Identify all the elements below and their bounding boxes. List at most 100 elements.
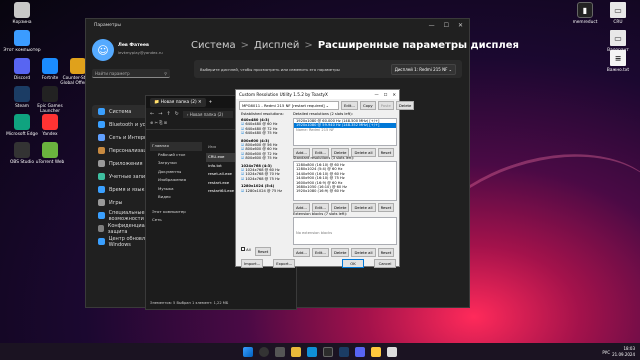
up-icon[interactable]: ↑ — [166, 111, 170, 117]
explorer-sidebar-item[interactable]: Рабочий стол — [150, 151, 202, 160]
file-explorer-icon[interactable] — [291, 346, 301, 357]
desktop-icon-cru[interactable]: ▭ CRU — [598, 2, 638, 25]
established-item[interactable]: ☑ 1024x768 @ 75 Hz — [241, 177, 289, 181]
standard-buttons: Add... Edit... Delete Delete all Reset — [293, 203, 395, 212]
cru-minimize-icon[interactable]: — — [375, 92, 379, 97]
list-button[interactable]: Reset — [377, 248, 395, 257]
file-row[interactable]: reset-all.exe — [206, 170, 236, 179]
explorer-sidebar-item[interactable]: Музыка — [150, 185, 202, 194]
tab-explorer[interactable]: 📁 Новая папка (2) ✕ — [150, 97, 206, 107]
nav-label: Приложения — [109, 160, 143, 167]
delete-monitor-button[interactable]: Delete — [395, 101, 415, 110]
list-button[interactable]: Add... — [293, 248, 310, 257]
list-button[interactable]: Reset — [377, 148, 395, 157]
file-row[interactable]: info.txt — [206, 162, 236, 171]
address-bar[interactable]: › Новая папка (2) — [182, 110, 233, 118]
taskbar-search-icon[interactable] — [259, 346, 269, 357]
list-button[interactable]: Delete — [330, 203, 350, 212]
list-button[interactable]: Reset — [377, 203, 395, 212]
list-button[interactable]: Edit... — [311, 248, 329, 257]
nav-icon — [98, 160, 105, 167]
desktop-icon[interactable]: Этот компьютер — [2, 30, 42, 53]
nav-label: Игры — [109, 199, 123, 206]
explorer-sidebar-item[interactable]: Изображения — [150, 176, 202, 185]
nav-icon — [98, 121, 105, 128]
explorer-sidebar-item[interactable]: Видео — [150, 193, 202, 202]
app-icon — [42, 142, 58, 158]
desktop-icon[interactable]: uTorrent Web — [30, 142, 70, 165]
desktop-icon[interactable]: Yandex — [30, 114, 70, 137]
minimize-icon[interactable]: — — [429, 22, 435, 29]
app-icon — [42, 86, 58, 102]
cru-taskbar-icon[interactable] — [387, 346, 397, 357]
list-button[interactable]: Delete all — [351, 203, 376, 212]
select-display-text: Выберите дисплей, чтобы просмотреть или … — [200, 66, 340, 72]
nav-icon — [98, 108, 105, 115]
clock[interactable]: 18:03 21.09.2024 — [612, 346, 635, 358]
nav-label: Время и язык — [109, 186, 145, 193]
desktop-icon[interactable]: Корзина — [2, 2, 42, 25]
est-reset-button[interactable]: Reset — [254, 247, 272, 256]
display-dropdown[interactable]: Дисплей 1: Redmi 215 NF ⌄ — [390, 63, 456, 75]
task-view-icon[interactable] — [275, 346, 285, 357]
back-icon[interactable]: ← — [150, 111, 154, 117]
desktop-icon-label: Этот компьютер — [3, 48, 41, 53]
yandex-icon[interactable] — [371, 346, 381, 357]
column-header-name[interactable]: Имя — [208, 144, 216, 149]
list-button[interactable]: Delete all — [351, 148, 376, 157]
established-list: 640x480 (4:3) ☑ 640x480 @ 60 Hz ☑ 640x480 … — [241, 118, 289, 193]
standard-item[interactable]: 1920x1080 (16:9) @ 60 Hz — [296, 189, 394, 193]
import-button[interactable]: Import... — [241, 259, 264, 268]
desktop-icon[interactable]: Epic Games Launcher — [30, 86, 70, 114]
desktop-icon-label: Epic Games Launcher — [37, 104, 63, 114]
refresh-icon[interactable]: ↻ — [175, 111, 179, 117]
explorer-sidebar-item[interactable]: Главная — [150, 142, 202, 151]
nav-icon — [98, 173, 105, 180]
copy-button[interactable]: Copy — [359, 101, 376, 110]
file-row[interactable]: restart64.exe — [206, 187, 236, 196]
established-item[interactable]: ☑ 1280x1024 @ 75 Hz — [241, 189, 289, 193]
settings-icon[interactable] — [323, 346, 333, 357]
established-item[interactable]: ☑ 800x600 @ 75 Hz — [241, 156, 289, 160]
paste-button[interactable]: Paste — [377, 101, 394, 110]
discord-icon[interactable] — [355, 346, 365, 357]
desktop-icon-label: Корзина — [12, 20, 32, 25]
new-tab-icon[interactable]: + — [209, 100, 213, 105]
export-button[interactable]: Export... — [273, 259, 296, 268]
monitor-select[interactable]: MPG6011 - Redmi 215 NF [restart required… — [239, 101, 339, 110]
established-item[interactable]: ☑ 640x480 @ 75 Hz — [241, 131, 289, 135]
cancel-button[interactable]: Cancel — [374, 259, 396, 268]
forward-icon[interactable]: → — [158, 111, 162, 117]
standard-list[interactable]: 1280x800 (16:10) @ 60 Hz 1280x1024 (5:4) … — [293, 161, 397, 201]
cru-close-icon[interactable]: ✕ — [392, 92, 396, 97]
cru-bottom-buttons: Import... Export... OK Cancel — [241, 259, 396, 268]
file-row[interactable]: restart.exe — [206, 179, 236, 188]
file-row[interactable]: CRU.exe — [206, 153, 236, 162]
maximize-icon[interactable]: ☐ — [444, 22, 449, 29]
explorer-sidebar-item[interactable]: Документы — [150, 168, 202, 177]
detailed-list[interactable]: 1920x1080 @ 60.000 Hz (148.500 MHz) [+/+… — [293, 118, 397, 146]
nav-icon — [98, 147, 105, 154]
detailed-label: Detailed resolutions (2 slots left): — [293, 112, 353, 116]
app-icon — [14, 142, 30, 158]
nav-icon — [98, 134, 105, 141]
language-indicator[interactable]: РУС — [602, 350, 610, 355]
explorer-sidebar-item[interactable]: Загрузки — [150, 159, 202, 168]
list-button[interactable]: Add... — [293, 203, 310, 212]
edge-icon[interactable] — [307, 346, 317, 357]
edit-monitor-button[interactable]: Edit... — [341, 101, 358, 110]
list-button[interactable]: Delete — [330, 248, 350, 257]
close-icon[interactable]: ✕ — [458, 22, 463, 29]
desktop-icon-txt[interactable]: ≡ Важно.txt — [598, 50, 638, 73]
name-line: Name: Redmi 215 NF — [296, 127, 335, 132]
steam-icon[interactable] — [339, 346, 349, 357]
explorer-sidebar-item[interactable]: Сеть — [150, 216, 202, 225]
cru-maximize-icon[interactable]: ☐ — [384, 92, 388, 97]
explorer-sidebar-item[interactable]: Этот компьютер — [150, 208, 202, 217]
list-button[interactable]: Edit... — [311, 203, 329, 212]
extension-list[interactable]: No extension blocks — [293, 217, 397, 245]
ok-button[interactable]: OK — [342, 259, 364, 268]
search-input[interactable]: Найти параметр ⚲ — [92, 69, 170, 78]
start-icon[interactable] — [243, 346, 253, 357]
list-button[interactable]: Delete all — [351, 248, 376, 257]
